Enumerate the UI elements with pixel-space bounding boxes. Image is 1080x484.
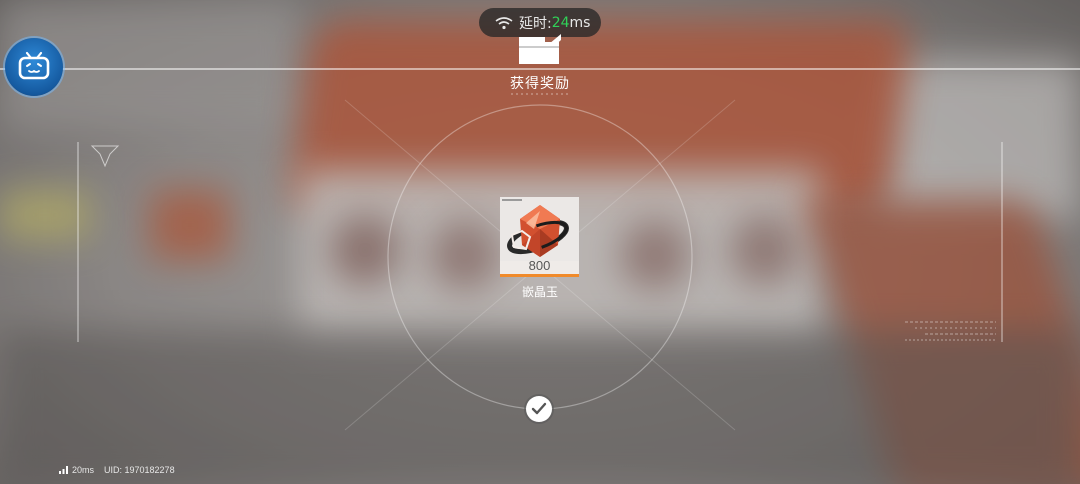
footer-ping: 20ms <box>72 465 95 475</box>
reward-item-card[interactable]: 800 <box>500 197 579 277</box>
reward-box-icon <box>519 34 561 64</box>
signal-bars-icon <box>59 466 68 474</box>
footer-status: 20ms UID: 1970182278 <box>59 465 175 475</box>
latency-indicator: 延时: 24 ms <box>479 8 601 37</box>
wifi-icon <box>495 16 513 29</box>
latency-unit: ms <box>569 14 591 31</box>
latency-value: 24 <box>551 14 570 31</box>
emblem-icon <box>90 145 120 168</box>
item-count: 800 <box>528 258 551 273</box>
fine-text-decoration <box>905 321 996 341</box>
rarity-bar <box>500 274 579 277</box>
latency-label: 延时: <box>519 15 552 32</box>
reward-title: 获得奖励 <box>510 76 570 92</box>
item-name: 嵌晶玉 <box>521 285 558 299</box>
player-uid: UID: 1970182278 <box>104 465 175 475</box>
checkmark-icon <box>531 402 547 415</box>
confirm-button[interactable] <box>526 396 552 422</box>
